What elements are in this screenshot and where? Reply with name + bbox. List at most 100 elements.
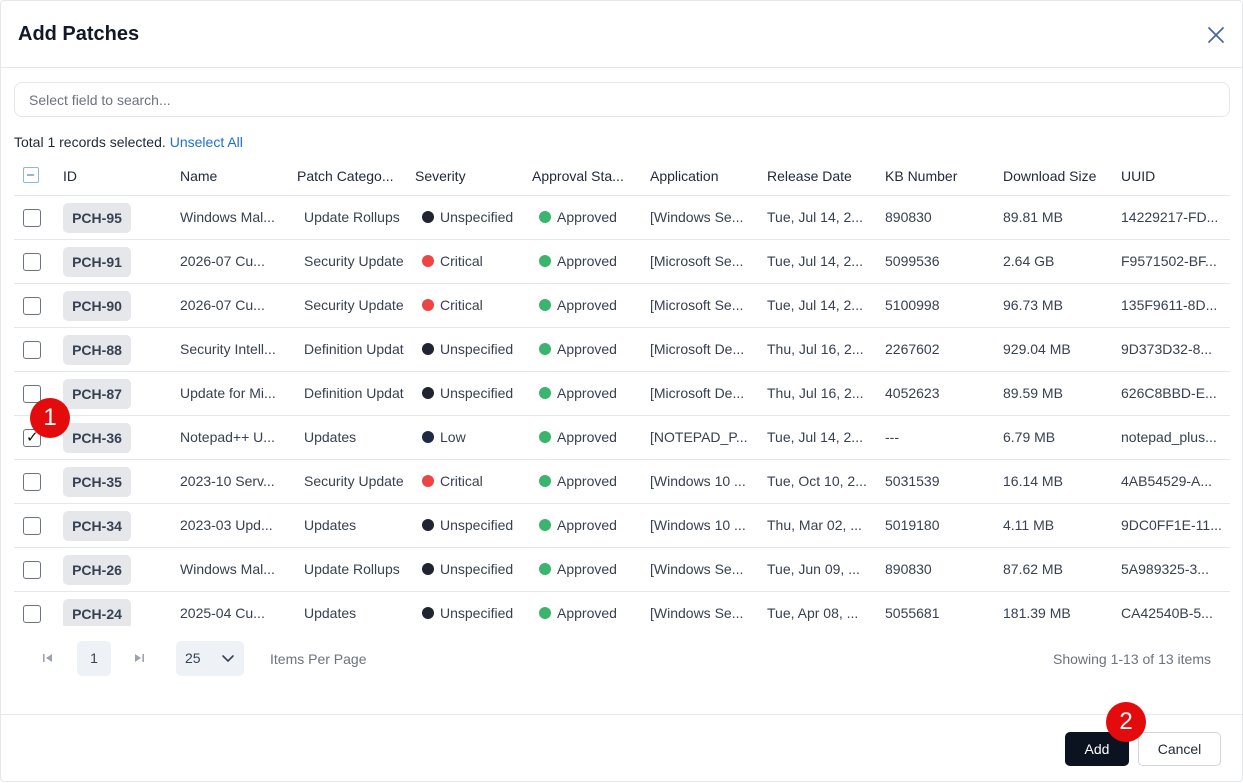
column-header-kb-number[interactable]: KB Number [885, 168, 993, 184]
approval-text: Approved [557, 429, 617, 445]
table-row[interactable]: PCH-34 2023-03 Upd... Updates Unspecified Ap… [14, 504, 1230, 548]
search-input[interactable] [14, 82, 1230, 117]
column-header-id[interactable]: ID [63, 168, 163, 184]
cell-application: [Windows 10 ... [650, 473, 746, 489]
cell-category: Security Update [304, 473, 404, 489]
row-checkbox[interactable] [23, 561, 41, 579]
column-header-uuid[interactable]: UUID [1121, 168, 1226, 184]
column-header-application[interactable]: Application [650, 168, 758, 184]
page-size-value: 25 [185, 650, 201, 666]
step-marker-2: 2 [1106, 702, 1146, 742]
severity-dot-icon [422, 475, 434, 487]
approval-text: Approved [557, 473, 617, 489]
column-header-approval-status[interactable]: Approval Sta... [532, 168, 640, 184]
approval-text: Approved [557, 209, 617, 225]
cell-kb: 5031539 [885, 473, 940, 489]
table-row[interactable]: PCH-88 Security Intell... Definition Updat… [14, 328, 1230, 372]
severity-dot-icon [422, 299, 434, 311]
approval-text: Approved [557, 297, 617, 313]
table-body: PCH-95 Windows Mal... Update Rollups Unspec… [14, 196, 1230, 626]
row-checkbox[interactable] [23, 605, 41, 623]
cell-category: Update Rollups [304, 209, 400, 225]
table-row[interactable]: PCH-87 Update for Mi... Definition Updat Un… [14, 372, 1230, 416]
cell-uuid: 135F9611-8D... [1121, 297, 1218, 313]
cell-name: Security Intell... [180, 341, 276, 357]
cell-application: [Microsoft De... [650, 385, 745, 401]
table-row[interactable]: PCH-91 2026-07 Cu... Security Update Critic… [14, 240, 1230, 284]
cell-approval: Approved [539, 297, 644, 313]
cell-category: Update Rollups [304, 561, 400, 577]
cell-category: Definition Updat [304, 341, 404, 357]
patch-id-badge: PCH-36 [63, 423, 131, 453]
cell-kb: --- [885, 429, 899, 445]
row-checkbox[interactable] [23, 341, 41, 359]
cell-category: Security Update [304, 297, 404, 313]
page-size-select[interactable]: 25 [176, 641, 244, 676]
last-page-icon[interactable] [133, 653, 145, 666]
row-checkbox[interactable] [23, 209, 41, 227]
approval-dot-icon [539, 255, 551, 267]
approval-dot-icon [539, 607, 551, 619]
cell-kb: 890830 [885, 209, 932, 225]
column-header-severity[interactable]: Severity [415, 168, 523, 184]
severity-text: Critical [440, 253, 483, 269]
cell-uuid: CA42540B-5... [1121, 605, 1213, 621]
cell-kb: 5019180 [885, 517, 940, 533]
table-row[interactable]: PCH-36 Notepad++ U... Updates Low Approved [N… [14, 416, 1230, 460]
selection-summary: Total 1 records selected. Unselect All [14, 134, 243, 150]
table-row[interactable]: PCH-35 2023-10 Serv... Security Update Crit… [14, 460, 1230, 504]
cell-name: Notepad++ U... [180, 429, 275, 445]
column-header-patch-category[interactable]: Patch Catego... [297, 168, 405, 184]
column-header-release-date[interactable]: Release Date [767, 168, 875, 184]
patch-id-badge: PCH-88 [63, 335, 131, 365]
cell-severity: Unspecified [422, 517, 532, 533]
row-checkbox[interactable] [23, 517, 41, 535]
severity-text: Unspecified [440, 561, 514, 577]
severity-text: Critical [440, 297, 483, 313]
cell-uuid: 626C8BBD-E... [1121, 385, 1217, 401]
column-header-name[interactable]: Name [180, 168, 288, 184]
cell-approval: Approved [539, 385, 644, 401]
cell-kb: 5055681 [885, 605, 940, 621]
cell-severity: Unspecified [422, 385, 532, 401]
cell-size: 181.39 MB [1003, 605, 1071, 621]
patch-id-badge: PCH-35 [63, 467, 131, 497]
row-checkbox[interactable] [23, 297, 41, 315]
cell-application: [Windows Se... [650, 561, 744, 577]
row-checkbox[interactable] [23, 473, 41, 491]
cell-release: Thu, Mar 02, ... [767, 517, 862, 533]
cell-uuid: 9DC0FF1E-11... [1121, 517, 1222, 533]
severity-text: Unspecified [440, 209, 514, 225]
table-row[interactable]: PCH-90 2026-07 Cu... Security Update Critic… [14, 284, 1230, 328]
cell-size: 89.59 MB [1003, 385, 1063, 401]
approval-dot-icon [539, 519, 551, 531]
cell-application: [Windows Se... [650, 605, 744, 621]
page-number-current[interactable]: 1 [77, 641, 111, 676]
unselect-all-link[interactable]: Unselect All [170, 134, 243, 150]
patch-id-badge: PCH-24 [63, 599, 131, 626]
table-row[interactable]: PCH-24 2025-04 Cu... Updates Unspecified App… [14, 592, 1230, 626]
cell-name: 2025-04 Cu... [180, 605, 265, 621]
severity-text: Low [440, 429, 466, 445]
table-row[interactable]: PCH-26 Windows Mal... Update Rollups Unspec… [14, 548, 1230, 592]
table-row[interactable]: PCH-95 Windows Mal... Update Rollups Unspec… [14, 196, 1230, 240]
close-icon[interactable] [1206, 25, 1226, 45]
severity-text: Unspecified [440, 341, 514, 357]
approval-dot-icon [539, 211, 551, 223]
cell-approval: Approved [539, 561, 644, 577]
row-checkbox[interactable] [23, 253, 41, 271]
cell-uuid: 4AB54529-A... [1121, 473, 1213, 489]
cell-release: Tue, Jul 14, 2... [767, 429, 863, 445]
severity-dot-icon [422, 387, 434, 399]
cell-size: 4.11 MB [1003, 517, 1055, 533]
column-header-download-size[interactable]: Download Size [1003, 168, 1111, 184]
cell-approval: Approved [539, 253, 644, 269]
first-page-icon[interactable] [42, 653, 54, 666]
severity-dot-icon [422, 211, 434, 223]
cell-size: 2.64 GB [1003, 253, 1055, 269]
cancel-button[interactable]: Cancel [1138, 732, 1221, 766]
select-all-checkbox[interactable] [23, 167, 39, 183]
cell-approval: Approved [539, 209, 644, 225]
cell-name: Windows Mal... [180, 209, 275, 225]
showing-items-text: Showing 1-13 of 13 items [1053, 651, 1211, 667]
